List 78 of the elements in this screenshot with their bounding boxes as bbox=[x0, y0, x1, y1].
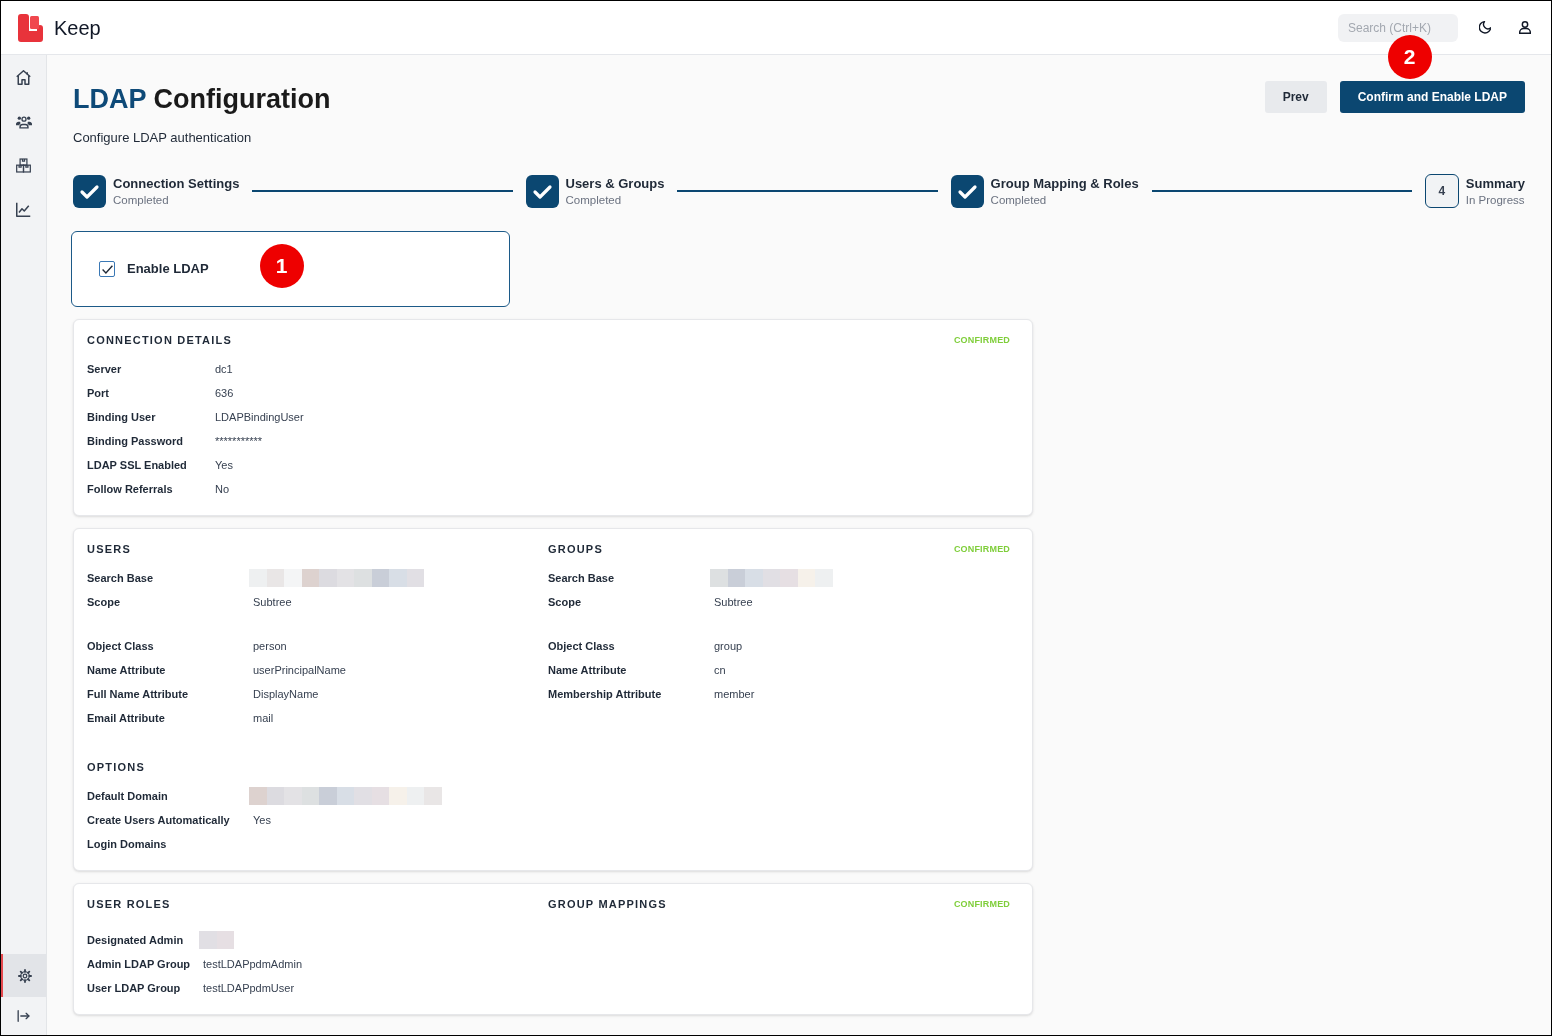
status-label: CONFIRMED bbox=[953, 543, 1010, 556]
field-value: testLDAPpdmUser bbox=[203, 980, 295, 996]
field-label: Membership Attribute bbox=[548, 686, 663, 702]
field-label: Scope bbox=[548, 594, 582, 610]
callout-marker: 1 bbox=[259, 244, 304, 288]
field-label: Default Domain bbox=[87, 788, 169, 804]
field-label: Object Class bbox=[548, 638, 616, 654]
field-label: Admin LDAP Group bbox=[87, 956, 192, 972]
user-icon[interactable] bbox=[1519, 21, 1531, 34]
moon-icon[interactable] bbox=[1479, 21, 1491, 34]
field-value: person bbox=[253, 638, 287, 654]
step-title: Users & Groups bbox=[565, 174, 665, 192]
field-value: cn bbox=[714, 662, 726, 678]
field-label: Object Class bbox=[87, 638, 155, 654]
field-value: *********** bbox=[215, 433, 263, 449]
field-label: Follow Referrals bbox=[87, 481, 174, 497]
field-value: userPrincipalName bbox=[253, 662, 346, 678]
line-chart-icon bbox=[16, 201, 31, 217]
home-icon bbox=[16, 69, 31, 85]
prev-button[interactable]: Prev bbox=[1264, 81, 1327, 113]
page-title: LDAP Configuration bbox=[73, 83, 331, 116]
field-value: mail bbox=[253, 710, 274, 726]
nav-item[interactable] bbox=[1, 954, 46, 997]
field-label: LDAP SSL Enabled bbox=[87, 457, 188, 473]
step-status: Completed bbox=[990, 192, 1048, 208]
field-label: Email Attribute bbox=[87, 710, 166, 726]
section-heading: OPTIONS bbox=[87, 760, 145, 774]
field-label: Scope bbox=[87, 594, 121, 610]
step-title: Summary bbox=[1465, 174, 1525, 192]
field-value: Subtree bbox=[714, 594, 753, 610]
section-heading: USERS bbox=[87, 542, 131, 556]
step-status: In Progress bbox=[1465, 192, 1525, 208]
step-title: Group Mapping & Roles bbox=[990, 174, 1139, 192]
field-value: LDAPBindingUser bbox=[215, 409, 304, 425]
status-label: CONFIRMED bbox=[953, 898, 1010, 911]
app-name: Keep bbox=[54, 15, 101, 41]
field-label: User LDAP Group bbox=[87, 980, 182, 996]
check-icon bbox=[101, 264, 113, 274]
search-field[interactable]: Search (Ctrl+K) bbox=[1338, 13, 1458, 42]
status-label: CONFIRMED bbox=[953, 334, 1010, 347]
field-label: Binding Password bbox=[87, 433, 184, 449]
field-label: Server bbox=[87, 361, 123, 377]
field-value: DisplayName bbox=[253, 686, 319, 702]
step-status: Completed bbox=[113, 192, 170, 208]
field-label: Search Base bbox=[548, 570, 616, 586]
section-heading: GROUPS bbox=[548, 542, 603, 556]
field-value: group bbox=[714, 638, 743, 654]
section-heading: GROUP MAPPINGS bbox=[548, 897, 667, 911]
field-label: Login Domains bbox=[87, 836, 168, 852]
field-label: Designated Admin bbox=[87, 932, 185, 948]
step-status: Completed bbox=[565, 192, 623, 208]
field-value: dc1 bbox=[215, 361, 233, 377]
field-value: Yes bbox=[215, 457, 233, 473]
field-value: testLDAPpdmAdmin bbox=[203, 956, 303, 972]
field-label: Binding User bbox=[87, 409, 157, 425]
field-label: Name Attribute bbox=[548, 662, 628, 678]
field-value: 636 bbox=[215, 385, 234, 401]
field-label: Search Base bbox=[87, 570, 155, 586]
field-label: Port bbox=[87, 385, 110, 401]
field-label: Full Name Attribute bbox=[87, 686, 190, 702]
logo-icon bbox=[18, 13, 43, 42]
field-value: member bbox=[714, 686, 755, 702]
boxes-icon bbox=[16, 157, 31, 173]
field-value: No bbox=[215, 481, 230, 497]
logout-icon[interactable] bbox=[17, 1010, 30, 1022]
field-label: Create Users Automatically bbox=[87, 812, 231, 828]
page-subtitle: Configure LDAP authentication bbox=[73, 129, 252, 147]
checkbox[interactable] bbox=[99, 261, 115, 277]
field-value: Subtree bbox=[253, 594, 292, 610]
step-number: 4 bbox=[1424, 174, 1459, 208]
section-heading: USER ROLES bbox=[87, 897, 171, 911]
settings-icon bbox=[17, 968, 32, 983]
checkbox-label: Enable LDAP bbox=[127, 260, 209, 279]
field-label: Name Attribute bbox=[87, 662, 167, 678]
section-heading: CONNECTION DETAILS bbox=[87, 333, 233, 347]
field-value: Yes bbox=[253, 812, 271, 828]
step-title: Connection Settings bbox=[113, 174, 240, 192]
confirm-button[interactable]: Confirm and Enable LDAP bbox=[1339, 81, 1525, 113]
